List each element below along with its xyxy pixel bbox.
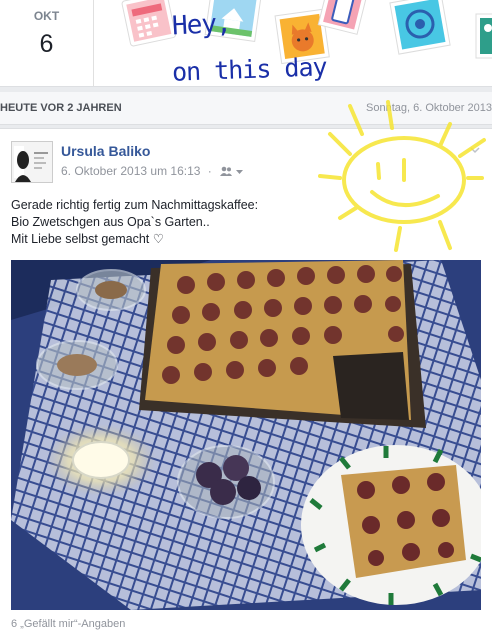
friends-icon: [220, 166, 244, 176]
greeting-line-2: on this day: [171, 52, 328, 87]
on-this-day-header: OKT 6 Hey, on this day: [0, 0, 492, 87]
post-text: Gerade richtig fertig zum Nachmittagskaf…: [11, 197, 258, 248]
post-meta: 6. Oktober 2013 um 16:13 ·: [61, 164, 244, 179]
plum-bowl: [177, 445, 275, 519]
likes-count[interactable]: 6 „Gefällt mir“-Angaben: [11, 618, 125, 630]
years-ago-label: HEUTE VOR 2 JAHREN: [0, 102, 122, 114]
card-edge-icon: [475, 13, 492, 59]
post-card: Ursula Baliko 6. Oktober 2013 um 16:13 ·…: [0, 128, 492, 640]
memory-subheader: HEUTE VOR 2 JAHREN Sonntag, 6. Oktober 2…: [0, 92, 492, 125]
month-label: OKT: [33, 9, 60, 23]
post-text-line: Bio Zwetschgen aus Opa`s Garten..: [11, 215, 210, 229]
caret-down-icon: [236, 169, 244, 174]
day-number: 6: [39, 30, 54, 58]
post-text-line: Gerade richtig fertig zum Nachmittagskaf…: [11, 198, 259, 212]
post-timestamp[interactable]: 6. Oktober 2013 um 16:13: [61, 164, 200, 178]
profile-photo-icon: [12, 142, 52, 182]
post-text-line: Mit Liebe selbst gemacht ♡: [11, 232, 164, 246]
avatar[interactable]: [11, 141, 53, 183]
post-author[interactable]: Ursula Baliko: [61, 143, 150, 159]
audience-selector[interactable]: [219, 165, 244, 179]
calendar-icon: [121, 0, 177, 47]
greeting-line-1: Hey,: [171, 8, 232, 42]
meta-separator: ·: [207, 164, 212, 178]
post-photo[interactable]: [11, 260, 481, 610]
globe-icon: [389, 0, 451, 55]
date-badge: OKT 6: [0, 0, 94, 86]
memory-date: Sonntag, 6. Oktober 2013: [366, 102, 492, 114]
chevron-down-icon[interactable]: [470, 145, 480, 155]
